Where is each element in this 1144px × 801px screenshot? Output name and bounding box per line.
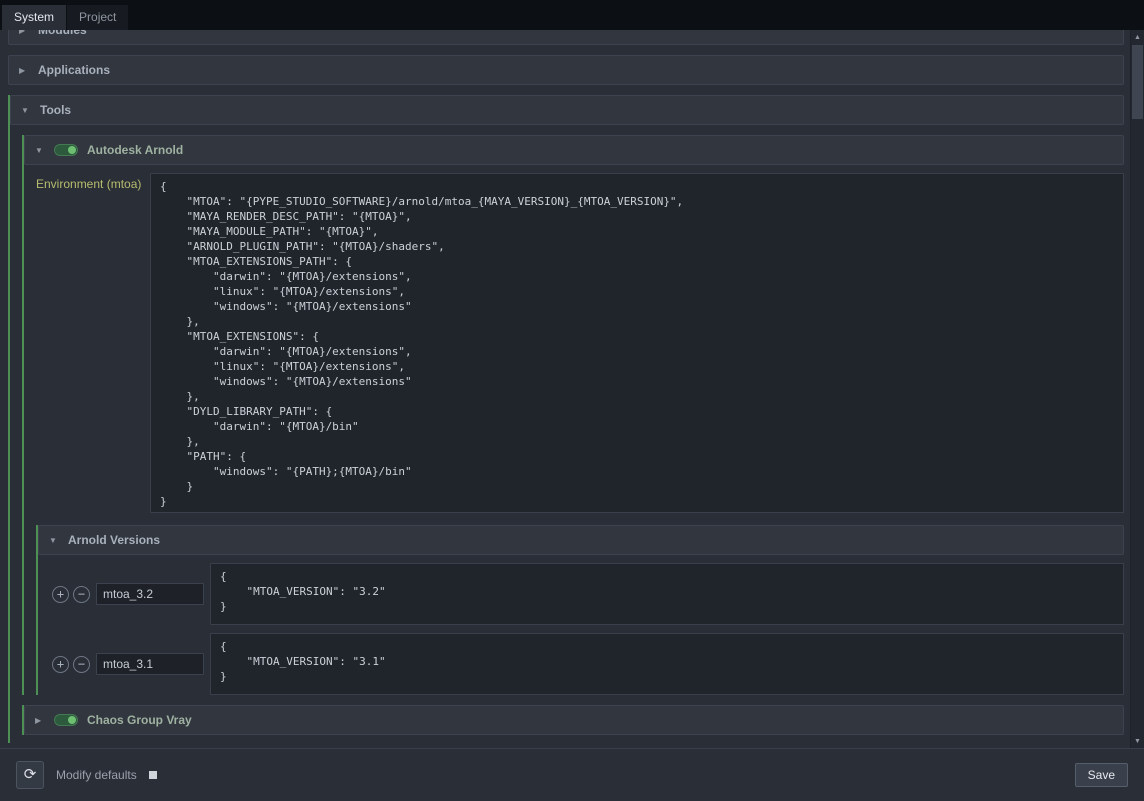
tab-bar: System Project <box>0 0 1144 30</box>
environment-json-editor[interactable]: { "MTOA": "{PYPE_STUDIO_SOFTWARE}/arnold… <box>150 173 1124 513</box>
section-tools: ▼ Tools ▼ Autodesk Arnold <box>8 95 1124 743</box>
section-modules-title: Modules <box>38 30 87 37</box>
tab-project[interactable]: Project <box>67 5 128 30</box>
remove-version-button[interactable]: − <box>73 656 90 673</box>
environment-label: Environment (mtoa) <box>36 173 150 513</box>
chevron-right-icon[interactable]: ▶ <box>19 30 29 35</box>
group-autodesk-arnold-body: Environment (mtoa) { "MTOA": "{PYPE_STUD… <box>24 165 1124 695</box>
section-applications-title: Applications <box>38 63 110 77</box>
toggle-knob-icon <box>68 716 76 724</box>
chevron-down-icon[interactable]: ▼ <box>49 536 59 545</box>
chevron-down-icon[interactable]: ▼ <box>21 106 31 115</box>
section-applications: ▶ Applications <box>8 55 1124 85</box>
section-tools-body: ▼ Autodesk Arnold Environment (mtoa) { "… <box>10 125 1124 743</box>
version-key-input[interactable] <box>96 583 204 605</box>
chevron-down-icon[interactable]: ▼ <box>35 146 45 155</box>
version-item: + − { "MTOA_VERSION": "3.1" } <box>52 633 1124 695</box>
modify-defaults-label: Modify defaults <box>56 768 137 782</box>
refresh-button[interactable]: ⟳ <box>16 761 44 789</box>
version-item: + − { "MTOA_VERSION": "3.2" } <box>52 563 1124 625</box>
add-version-button[interactable]: + <box>52 586 69 603</box>
modify-defaults-checkbox[interactable] <box>149 771 157 779</box>
section-tools-header[interactable]: ▼ Tools <box>10 95 1124 125</box>
vertical-scrollbar[interactable]: ▲ ▼ <box>1130 30 1144 748</box>
arnold-versions-body: + − { "MTOA_VERSION": "3.2" } + − <box>38 555 1124 695</box>
group-arnold-versions-title: Arnold Versions <box>68 533 160 547</box>
scroll-up-arrow[interactable]: ▲ <box>1131 30 1144 44</box>
group-arnold-versions: ▼ Arnold Versions + − { <box>36 525 1124 695</box>
settings-window: System Project ▶ Modules ▶ Applications <box>0 0 1144 801</box>
scroll-down-arrow[interactable]: ▼ <box>1131 734 1144 748</box>
arnold-enabled-toggle[interactable] <box>54 144 78 156</box>
save-button[interactable]: Save <box>1075 763 1128 787</box>
chevron-right-icon[interactable]: ▶ <box>35 716 45 725</box>
toggle-knob-icon <box>68 146 76 154</box>
section-applications-header[interactable]: ▶ Applications <box>8 55 1124 85</box>
group-chaos-vray-header[interactable]: ▶ Chaos Group Vray <box>24 705 1124 735</box>
scrollbar-thumb[interactable] <box>1132 45 1143 119</box>
group-chaos-vray-title: Chaos Group Vray <box>87 713 192 727</box>
settings-scroll-area: ▶ Modules ▶ Applications ▼ Tools <box>0 30 1130 748</box>
section-modules-header[interactable]: ▶ Modules <box>8 30 1124 45</box>
group-autodesk-arnold: ▼ Autodesk Arnold Environment (mtoa) { "… <box>22 135 1124 695</box>
remove-version-button[interactable]: − <box>73 586 90 603</box>
settings-content: ▶ Modules ▶ Applications ▼ Tools <box>0 30 1144 748</box>
version-json-editor[interactable]: { "MTOA_VERSION": "3.1" } <box>210 633 1124 695</box>
group-chaos-vray: ▶ Chaos Group Vray <box>22 705 1124 735</box>
group-autodesk-arnold-title: Autodesk Arnold <box>87 143 183 157</box>
section-tools-title: Tools <box>40 103 71 117</box>
group-autodesk-arnold-header[interactable]: ▼ Autodesk Arnold <box>24 135 1124 165</box>
vray-enabled-toggle[interactable] <box>54 714 78 726</box>
section-modules: ▶ Modules <box>8 30 1124 45</box>
group-arnold-versions-header[interactable]: ▼ Arnold Versions <box>38 525 1124 555</box>
add-version-button[interactable]: + <box>52 656 69 673</box>
tab-system[interactable]: System <box>2 5 66 30</box>
version-json-editor[interactable]: { "MTOA_VERSION": "3.2" } <box>210 563 1124 625</box>
environment-field-row: Environment (mtoa) { "MTOA": "{PYPE_STUD… <box>36 173 1124 513</box>
version-key-input[interactable] <box>96 653 204 675</box>
refresh-icon: ⟳ <box>24 766 37 783</box>
chevron-right-icon[interactable]: ▶ <box>19 66 29 75</box>
footer-bar: ⟳ Modify defaults Save <box>0 748 1144 801</box>
